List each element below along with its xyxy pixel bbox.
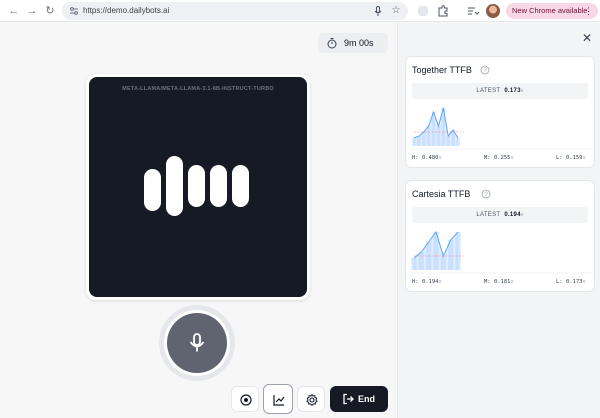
close-icon[interactable]: ✕ [581,32,593,44]
audio-level-bar-5 [232,165,249,207]
microphone-icon[interactable] [372,5,384,17]
settings-button[interactable] [297,386,325,412]
stat-mid-label: M: [484,155,491,161]
address-bar[interactable]: https://demo.dailybots.ai ☆ [62,2,408,20]
mic-toggle-button[interactable] [167,313,227,373]
mic-button-ring [164,310,230,376]
ttfb-sparkline [410,107,592,150]
stat-low: L: 0.173s [556,278,586,286]
profile-avatar[interactable] [486,4,500,18]
stats-toggle-button[interactable] [263,384,293,414]
audio-level-bar-3 [188,165,205,207]
chrome-update-label: New Chrome available [512,6,588,15]
reload-icon[interactable]: ↻ [42,3,58,19]
main-area: 9m 00s META-LLAMA/META-LLAMA-3.1-8B-INST… [0,23,397,418]
microphone-icon [189,333,205,352]
audio-level-bar-2 [166,156,183,216]
stat-unit: s [438,155,442,161]
stat-unit: s [510,155,514,161]
latest-value: 0.173 [504,88,521,94]
mic-button-halo [159,305,235,381]
url-text[interactable]: https://demo.dailybots.ai [83,5,169,17]
ttfb-sparkline [410,230,592,274]
stat-low-label: L: [556,155,563,161]
stat-low: L: 0.159s [556,154,586,162]
tab-search-icon[interactable] [466,4,480,18]
site-settings-icon[interactable] [68,5,80,17]
line-chart-icon [273,395,285,406]
session-timer: 9m 00s [318,33,388,53]
info-icon[interactable]: ? [481,189,491,199]
stat-high: H: 0.194s [412,278,442,286]
more-options-icon[interactable]: ⋮ [584,5,593,17]
metric-card-cartesia: Cartesia TTFB ? LATEST 0.194s H: 0.194s … [405,180,595,292]
info-icon[interactable]: ? [480,65,490,75]
browser-toolbar: ← → ↻ https://demo.dailybots.ai ☆ New Ch… [0,0,600,22]
audio-level-bar-1 [144,169,161,211]
record-icon [240,394,252,406]
metric-card-together: Together TTFB ? LATEST 0.173s H: 0.480s … [405,56,595,168]
extension-icon[interactable] [416,4,430,18]
end-button-label: End [358,394,375,404]
stat-low-label: L: [556,279,563,285]
end-session-button[interactable]: End [330,386,388,412]
stats-panel: ✕ Together TTFB ? LATEST 0.173s H: 0.480… [397,23,600,418]
stat-mid: M: 0.181s [484,278,514,286]
stat-mid-value: 0.255 [493,155,511,161]
chrome-update-button[interactable]: New Chrome available ⋮ [506,3,598,19]
model-name: META-LLAMA/META-LLAMA-3.1-8B-INSTRUCT-TU… [122,86,274,92]
stat-mid: M: 0.255s [484,154,514,162]
back-arrow-icon[interactable]: ← [6,3,22,19]
forward-arrow-icon[interactable]: → [24,3,40,19]
stat-high-value: 0.480 [421,155,439,161]
stat-low-value: 0.173 [565,279,583,285]
extensions-puzzle-icon[interactable] [436,4,450,18]
stat-unit: s [438,279,442,285]
agent-visualizer: META-LLAMA/META-LLAMA-3.1-8B-INSTRUCT-TU… [89,77,307,297]
latest-unit: s [520,88,524,94]
latest-value-bar: LATEST 0.173s [412,83,588,99]
timer-value: 9m 00s [344,38,374,48]
sparkline-area [414,108,458,146]
exit-icon [343,393,354,405]
sparkline-area [414,232,458,270]
record-button[interactable] [231,386,259,412]
stat-low-value: 0.159 [565,155,583,161]
stat-high-label: H: [412,155,419,161]
latest-unit: s [520,212,524,218]
stat-mid-label: M: [484,279,491,285]
metric-title: Cartesia TTFB [412,189,471,199]
latest-label: LATEST [476,212,501,218]
agent-card: META-LLAMA/META-LLAMA-3.1-8B-INSTRUCT-TU… [86,74,310,300]
stat-high-label: H: [412,279,419,285]
stat-mid-value: 0.181 [493,279,511,285]
latest-value-bar: LATEST 0.194s [412,207,588,223]
latest-label: LATEST [476,88,501,94]
stat-unit: s [510,279,514,285]
latest-value: 0.194 [504,212,521,218]
bookmark-star-icon[interactable]: ☆ [390,5,402,17]
stat-unit: s [582,155,586,161]
metric-title: Together TTFB [412,65,472,75]
stat-unit: s [582,279,586,285]
gear-icon [306,393,318,407]
audio-level-bar-4 [210,165,227,207]
stopwatch-icon [327,38,337,49]
stat-high: H: 0.480s [412,154,442,162]
stat-high-value: 0.194 [421,279,439,285]
